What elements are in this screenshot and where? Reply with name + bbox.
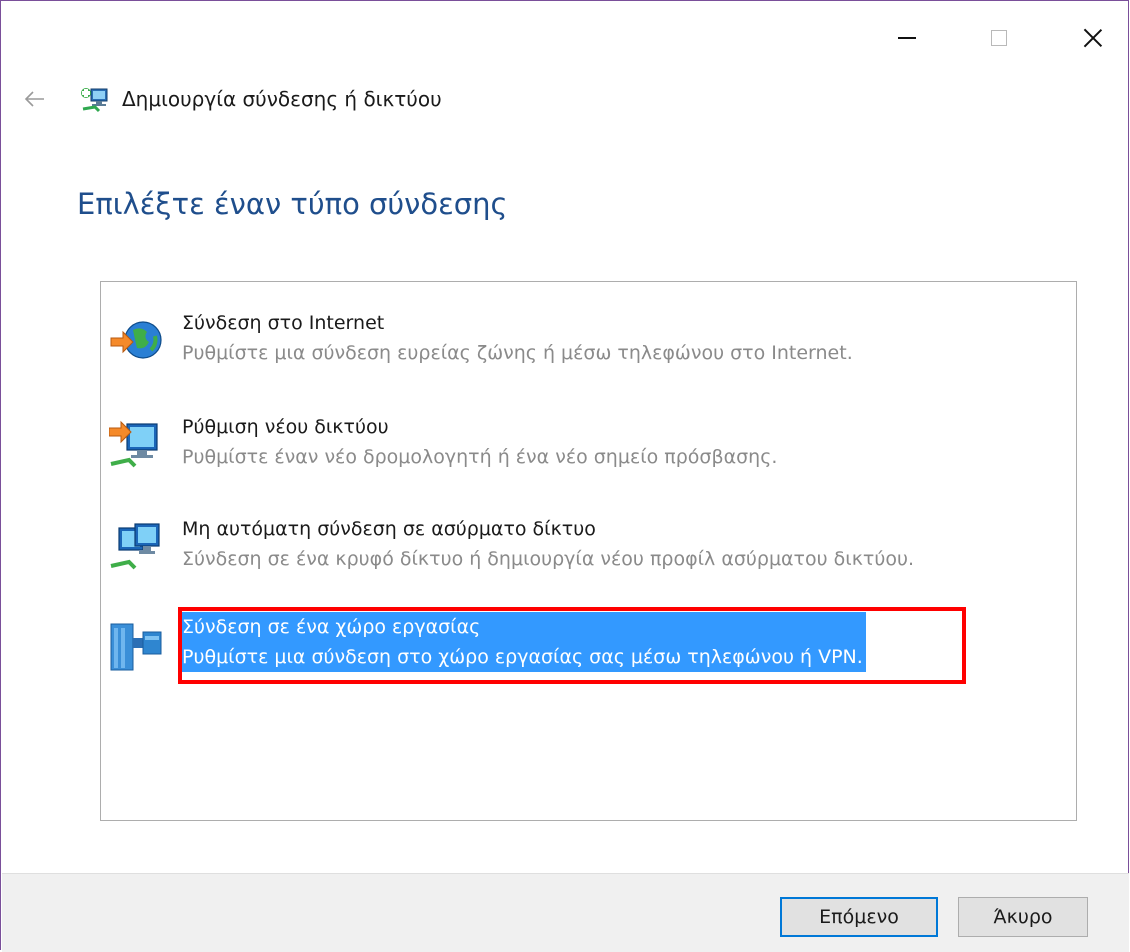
page-heading: Επιλέξτε έναν τύπο σύνδεσης <box>77 187 508 221</box>
workplace-icon <box>109 616 165 672</box>
option-title: Μη αυτόματη σύνδεση σε ασύρματο δίκτυο <box>182 518 596 540</box>
option-description: Ρυθμίστε μια σύνδεση ευρείας ζώνης ή μέσ… <box>182 342 853 364</box>
option-new-network[interactable]: Ρύθμιση νέου δικτύου Ρυθμίστε έναν νέο δ… <box>108 412 989 484</box>
globe-icon <box>109 312 165 368</box>
maximize-button[interactable] <box>976 15 1022 61</box>
maximize-icon <box>991 30 1007 46</box>
cancel-button[interactable]: Άκυρο <box>958 897 1088 937</box>
option-workplace[interactable]: Σύνδεση σε ένα χώρο εργασίας Ρυθμίστε μι… <box>109 612 989 684</box>
option-title: Σύνδεση σε ένα χώρο εργασίας <box>182 612 866 642</box>
option-text: Ρύθμιση νέου δικτύου Ρυθμίστε έναν νέο δ… <box>182 412 780 472</box>
wizard-window: Δημιουργία σύνδεσης ή δικτύου Επιλέξτε έ… <box>0 0 1129 952</box>
new-network-icon <box>108 416 165 472</box>
option-manual-wireless[interactable]: Μη αυτόματη σύνδεση σε ασύρματο δίκτυο Σ… <box>109 514 989 586</box>
next-button[interactable]: Επόμενο <box>780 897 938 937</box>
option-title: Ρύθμιση νέου δικτύου <box>182 416 389 438</box>
back-arrow-icon[interactable] <box>23 87 47 111</box>
option-description: Ρυθμίστε έναν νέο δρομολογητή ή ένα νέο … <box>182 446 778 468</box>
minimize-icon <box>898 37 916 39</box>
option-internet[interactable]: Σύνδεση στο Internet Ρυθμίστε μια σύνδεσ… <box>109 308 989 380</box>
option-description: Ρυθμίστε μια σύνδεση στο χώρο εργασίας σ… <box>182 642 866 672</box>
option-text: Σύνδεση σε ένα χώρο εργασίας Ρυθμίστε μι… <box>182 612 866 672</box>
option-text: Μη αυτόματη σύνδεση σε ασύρματο δίκτυο Σ… <box>182 514 917 574</box>
connection-type-list[interactable]: Σύνδεση στο Internet Ρυθμίστε μια σύνδεσ… <box>100 281 1077 821</box>
wireless-network-icon <box>109 518 165 574</box>
dialog-footer: Επόμενο Άκυρο <box>2 873 1129 952</box>
network-setup-icon <box>79 85 113 115</box>
minimize-button[interactable] <box>884 15 930 61</box>
option-title: Σύνδεση στο Internet <box>182 312 385 334</box>
close-icon <box>1083 28 1103 48</box>
option-description: Σύνδεση σε ένα κρυφό δίκτυο ή δημιουργία… <box>182 548 914 570</box>
option-text: Σύνδεση στο Internet Ρυθμίστε μια σύνδεσ… <box>182 308 856 368</box>
window-title: Δημιουργία σύνδεσης ή δικτύου <box>122 87 442 111</box>
close-button[interactable] <box>1070 15 1116 61</box>
